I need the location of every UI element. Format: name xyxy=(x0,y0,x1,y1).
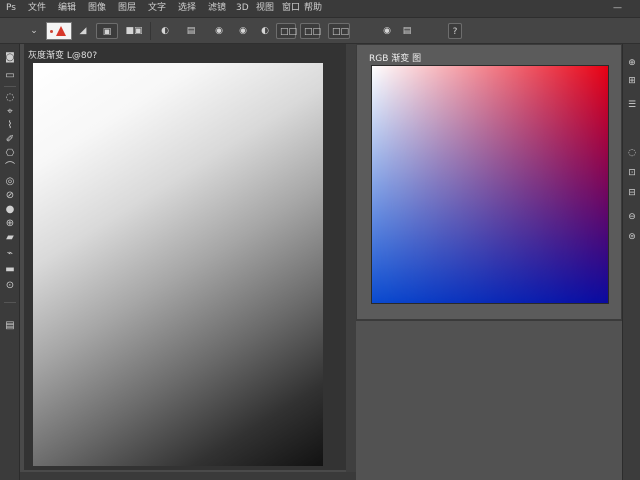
layers-panel-icon[interactable]: ⊡ xyxy=(627,168,637,178)
menu-3d[interactable]: 3D xyxy=(236,3,249,14)
menu-filter[interactable]: 滤镜 xyxy=(208,3,226,14)
tool-preset-picker[interactable] xyxy=(46,22,72,40)
channels-panel-icon[interactable]: ⊟ xyxy=(627,188,637,198)
pressure-icon[interactable]: ◉ xyxy=(236,23,250,39)
align-option-1[interactable]: □□ xyxy=(276,23,297,39)
preset-triangle-icon xyxy=(56,26,66,36)
tool-divider xyxy=(4,302,16,303)
swatches-panel-icon[interactable]: ☰ xyxy=(627,100,637,110)
grayscale-gradient-canvas[interactable] xyxy=(33,63,323,466)
document-window-left: 灰度渐变 L@80? xyxy=(24,44,346,470)
menu-file[interactable]: 文件 xyxy=(28,3,46,14)
expand-panels-icon[interactable]: ⊕ xyxy=(627,58,637,68)
eraser-tool-icon[interactable]: ● xyxy=(3,204,17,216)
selection-mode-icon[interactable]: ■▣ xyxy=(124,23,144,39)
pen-tool-icon[interactable]: ⌁ xyxy=(3,248,17,260)
gradient-layer-overlay xyxy=(372,66,608,303)
adjustments-icon[interactable]: ◌ xyxy=(627,148,637,158)
menu-image[interactable]: 图像 xyxy=(88,3,106,14)
panel-icon-strip: ⊕ ⊞ ☰ ◌ ⊡ ⊟ ⊖ ⊜ xyxy=(622,44,640,480)
smoothing-icon[interactable]: ◐ xyxy=(258,23,272,39)
document-tab-title[interactable]: 灰度渐变 L@80? xyxy=(28,48,97,61)
blur-tool-icon[interactable]: ▰ xyxy=(3,232,17,244)
type-tool-icon[interactable]: ▬ xyxy=(3,264,17,276)
menu-help[interactable]: 帮助 xyxy=(304,3,322,14)
preset-dot-icon xyxy=(50,30,53,33)
history-panel-icon[interactable]: ⊜ xyxy=(627,232,637,242)
options-bar: ⌄ ◢ ▣ ■▣ ◐ ▤ ◉ ◉ ◐ □□ □□ □□ ◉ ▤ ? xyxy=(0,18,640,44)
menu-select[interactable]: 选择 xyxy=(178,3,196,14)
empty-panel-area xyxy=(356,320,622,480)
brush-tool-icon[interactable]: ⌒ xyxy=(3,162,17,174)
mask-icon[interactable]: ◉ xyxy=(380,23,394,39)
shape-tool-icon[interactable]: ⊙ xyxy=(3,280,17,292)
app-logo[interactable]: Ps xyxy=(6,3,16,14)
color-swatch-icon[interactable]: ▤ xyxy=(3,320,17,332)
help-icon[interactable]: ? xyxy=(448,23,462,39)
history-brush-icon[interactable]: ⊘ xyxy=(3,190,17,202)
airbrush-icon[interactable]: ◉ xyxy=(212,23,226,39)
flow-icon[interactable]: ▤ xyxy=(184,23,198,39)
crop-tool-icon[interactable]: ⌇ xyxy=(3,120,17,132)
options-divider xyxy=(150,22,151,40)
color-gradient-canvas[interactable] xyxy=(371,65,609,304)
document-window-right: RGB 渐变 图 xyxy=(356,44,622,320)
align-option-3[interactable]: □□ xyxy=(328,23,350,39)
healing-tool-icon[interactable]: ⎔ xyxy=(3,148,17,160)
menu-type[interactable]: 文字 xyxy=(148,3,166,14)
panel-divider[interactable] xyxy=(346,44,356,480)
document-tab-title[interactable]: RGB 渐变 图 xyxy=(369,51,421,64)
gradient-tool-icon[interactable]: ⊕ xyxy=(3,218,17,230)
paths-panel-icon[interactable]: ⊖ xyxy=(627,212,637,222)
tool-divider xyxy=(4,86,16,87)
stamp-tool-icon[interactable]: ◎ xyxy=(3,176,17,188)
layers-icon[interactable]: ▤ xyxy=(400,23,414,39)
move-tool-icon[interactable]: ◙ xyxy=(3,52,17,64)
menu-bar: Ps 文件 编辑 图像 图层 文字 选择 滤镜 3D 视图 窗口 帮助 — xyxy=(0,0,640,18)
minimize-button[interactable]: — xyxy=(613,3,622,13)
preset-chevron-icon[interactable]: ⌄ xyxy=(28,23,40,39)
menu-window[interactable]: 窗口 xyxy=(282,3,300,14)
tools-panel: ◙ ▭ ◌ ⌖ ⌇ ✐ ⎔ ⌒ ◎ ⊘ ● ⊕ ▰ ⌁ ▬ ⊙ ▤ xyxy=(0,44,20,480)
magic-wand-tool-icon[interactable]: ⌖ xyxy=(3,106,17,118)
align-option-2[interactable]: □□ xyxy=(300,23,321,39)
menu-view[interactable]: 视图 xyxy=(256,3,274,14)
eyedropper-tool-icon[interactable]: ✐ xyxy=(3,134,17,146)
opacity-icon[interactable]: ◐ xyxy=(158,23,172,39)
menu-edit[interactable]: 编辑 xyxy=(58,3,76,14)
marquee-tool-icon[interactable]: ▭ xyxy=(3,70,17,82)
color-panel-icon[interactable]: ⊞ xyxy=(627,76,637,86)
lasso-tool-icon[interactable]: ◌ xyxy=(3,92,17,104)
status-bar xyxy=(20,472,356,480)
sample-size-select[interactable]: ▣ xyxy=(96,23,118,39)
menu-layer[interactable]: 图层 xyxy=(118,3,136,14)
brush-mode-icon[interactable]: ◢ xyxy=(76,23,90,39)
